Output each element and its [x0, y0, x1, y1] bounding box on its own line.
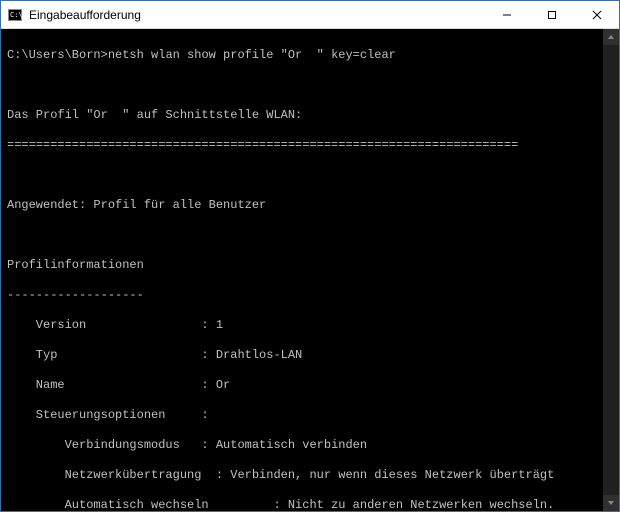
value: Drahtlos-LAN — [216, 348, 302, 363]
label: Netzwerkübertragung : — [7, 468, 230, 483]
close-button[interactable] — [574, 1, 619, 28]
applied-line: Angewendet: Profil für alle Benutzer — [7, 198, 613, 213]
row-ctrlopts: Steuerungsoptionen : — [7, 408, 613, 423]
cmd-icon: C:\ — [7, 7, 23, 23]
vertical-scrollbar[interactable] — [603, 29, 619, 511]
label: Typ : — [7, 348, 216, 363]
value: Or — [216, 378, 230, 393]
titlebar[interactable]: C:\ Eingabeaufforderung — [1, 1, 619, 29]
label: Verbindungsmodus : — [7, 438, 216, 453]
terminal-area[interactable]: C:\Users\Born>netsh wlan show profile "O… — [1, 29, 619, 511]
section-dash: ------------------- — [7, 288, 613, 303]
section-profileinfo-title: Profilinformationen — [7, 258, 613, 273]
svg-text:C:\: C:\ — [10, 11, 22, 19]
prompt-line: C:\Users\Born>netsh wlan show profile "O… — [7, 48, 613, 63]
window-title: Eingabeaufforderung — [29, 8, 484, 22]
scroll-down-button[interactable] — [603, 495, 619, 511]
value: Automatisch verbinden — [216, 438, 367, 453]
row-nettrans: Netzwerkübertragung : Verbinden, nur wen… — [7, 468, 613, 483]
label: Automatisch wechseln : — [7, 498, 288, 511]
separator: ========================================… — [7, 138, 613, 153]
row-version: Version : 1 — [7, 318, 613, 333]
row-connmode: Verbindungsmodus : Automatisch verbinden — [7, 438, 613, 453]
row-autoswitch: Automatisch wechseln : Nicht zu anderen … — [7, 498, 613, 511]
label: Steuerungsoptionen : — [7, 408, 209, 423]
prompt-command: netsh wlan show profile "Or " key=clear — [108, 48, 396, 62]
label: Version : — [7, 318, 216, 333]
minimize-button[interactable] — [484, 1, 529, 28]
row-name: Name : Or — [7, 378, 613, 393]
row-type: Typ : Drahtlos-LAN — [7, 348, 613, 363]
window-controls — [484, 1, 619, 28]
value: 1 — [216, 318, 223, 333]
maximize-button[interactable] — [529, 1, 574, 28]
profile-header: Das Profil "Or " auf Schnittstelle WLAN: — [7, 108, 613, 123]
value: Nicht zu anderen Netzwerken wechseln. — [288, 498, 554, 511]
prompt-path: C:\Users\Born> — [7, 48, 108, 62]
cmd-window: C:\ Eingabeaufforderung C:\Users\Born>ne… — [0, 0, 620, 512]
label: Name : — [7, 378, 216, 393]
scrollbar-track[interactable] — [603, 45, 619, 495]
scroll-up-button[interactable] — [603, 29, 619, 45]
value: Verbinden, nur wenn dieses Netzwerk über… — [230, 468, 554, 483]
